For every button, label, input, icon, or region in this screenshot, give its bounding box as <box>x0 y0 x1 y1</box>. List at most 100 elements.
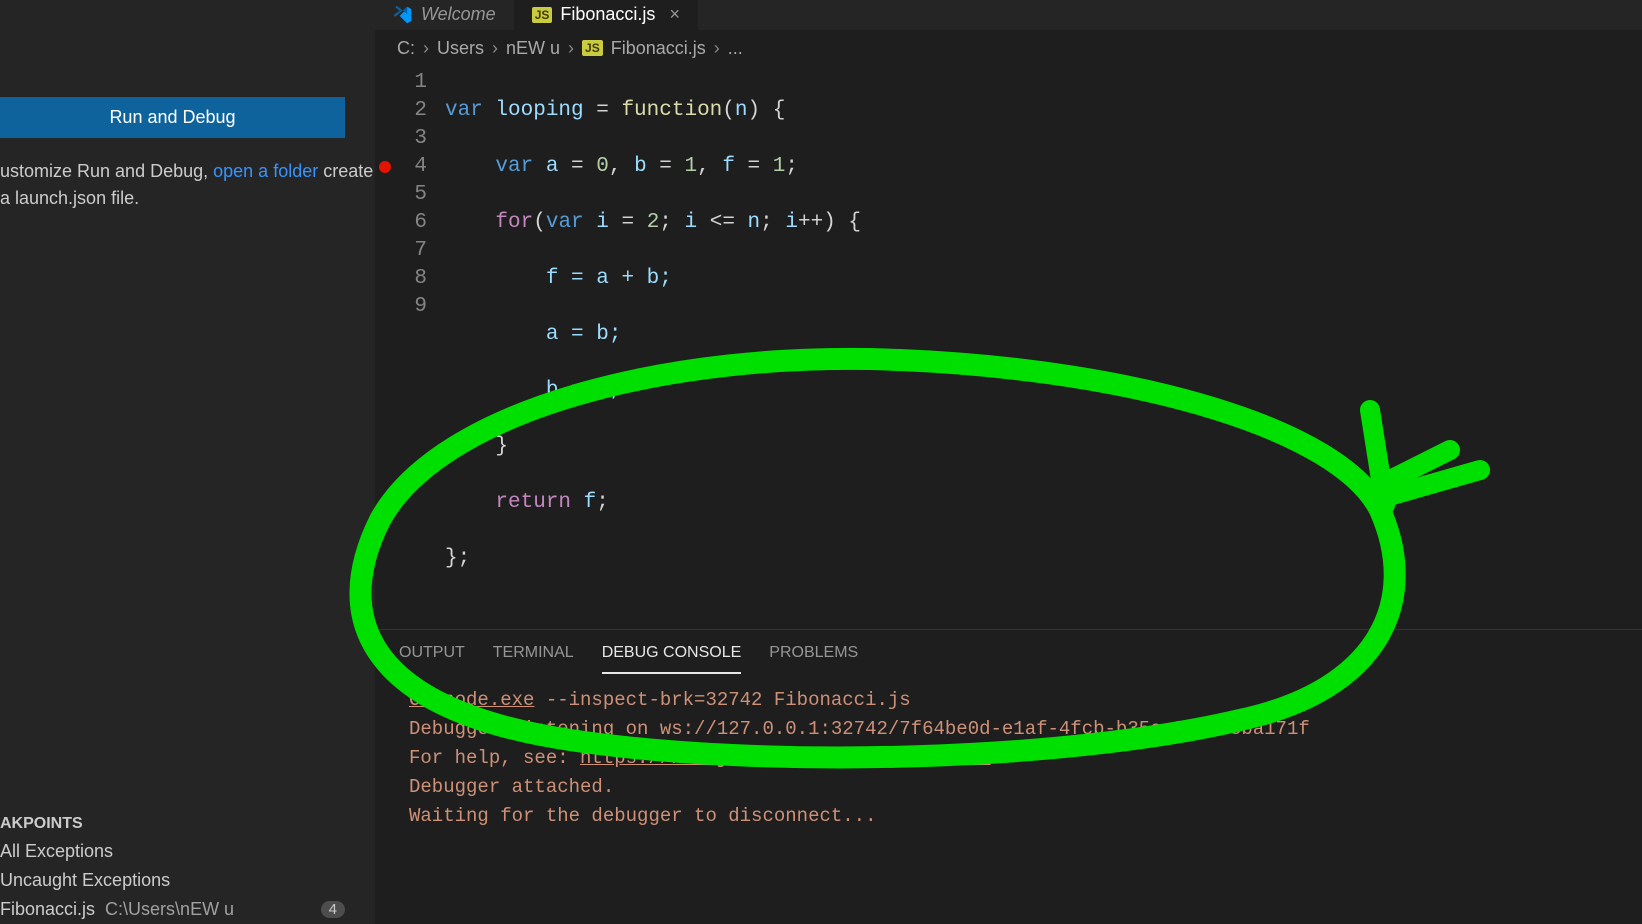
console-line: Debugger listening on ws://127.0.0.1:327… <box>409 715 1608 744</box>
punct: ) { <box>748 99 786 122</box>
op: = <box>735 155 773 178</box>
line-number: 6 <box>395 209 427 237</box>
tab-fibonacci[interactable]: JS Fibonacci.js × <box>514 0 698 30</box>
kw: var <box>546 211 584 234</box>
breakpoints-section: AKPOINTS All Exceptions Uncaught Excepti… <box>0 811 375 924</box>
fn: function <box>621 99 722 122</box>
tab-terminal[interactable]: TERMINAL <box>493 644 574 674</box>
tab-problems[interactable]: PROBLEMS <box>769 644 858 674</box>
line-number: 7 <box>395 237 427 265</box>
breadcrumb[interactable]: C: › Users › nEW u › JS Fibonacci.js › .… <box>375 30 1642 67</box>
stmt: b = f; <box>546 379 622 402</box>
punct: , <box>609 155 634 178</box>
num: 1 <box>685 155 698 178</box>
tab-welcome[interactable]: Welcome <box>375 0 514 30</box>
code-line[interactable]: a = b; <box>445 321 1642 349</box>
punct: ; <box>785 155 798 178</box>
js-icon: JS <box>582 40 603 56</box>
punct: ( <box>722 99 735 122</box>
breadcrumb-file[interactable]: Fibonacci.js <box>611 38 706 59</box>
op: = <box>647 155 685 178</box>
op: = <box>584 99 622 122</box>
var: i <box>584 211 609 234</box>
punct: ; <box>659 211 684 234</box>
console-line: Waiting for the debugger to disconnect..… <box>409 802 1608 831</box>
punct: } <box>495 435 508 458</box>
stmt: f = a + b; <box>546 267 672 290</box>
console-args: --inspect-brk=32742 Fibonacci.js <box>534 689 910 711</box>
code-line[interactable]: for(var i = 2; i <= n; i++) { <box>445 209 1642 237</box>
breadcrumb-user[interactable]: nEW u <box>506 38 560 59</box>
code-line[interactable]: }; <box>445 545 1642 573</box>
bp-file-row[interactable]: Fibonacci.js C:\Users\nEW u 4 <box>0 895 375 924</box>
var: f <box>571 491 596 514</box>
var: f <box>722 155 735 178</box>
kw: for <box>495 211 533 234</box>
vscode-icon <box>393 5 413 25</box>
code-line[interactable]: var looping = function(n) { <box>445 97 1642 125</box>
kw: var <box>445 99 483 122</box>
code-line[interactable]: f = a + b; <box>445 265 1642 293</box>
bp-all-exceptions[interactable]: All Exceptions <box>0 837 375 866</box>
var: looping <box>495 99 583 122</box>
tab-output[interactable]: OUTPUT <box>399 644 465 674</box>
line-number: 3 <box>395 125 427 153</box>
js-icon: JS <box>532 7 553 23</box>
code-line[interactable]: var a = 0, b = 1, f = 1; <box>445 153 1642 181</box>
num: 0 <box>596 155 609 178</box>
chevron-right-icon: › <box>423 38 429 59</box>
op: <= <box>697 211 747 234</box>
num: 1 <box>773 155 786 178</box>
bp-file-name: Fibonacci.js <box>0 899 95 920</box>
sidebar-help-text: ustomize Run and Debug, open a folder cr… <box>0 158 375 212</box>
line-number: 2 <box>395 97 427 125</box>
open-folder-link[interactable]: open a folder <box>213 161 318 181</box>
breadcrumb-ellipsis[interactable]: ... <box>728 38 743 59</box>
code-content[interactable]: var looping = function(n) { var a = 0, b… <box>445 69 1642 629</box>
punct: ( <box>533 211 546 234</box>
breadcrumb-users[interactable]: Users <box>437 38 484 59</box>
main-area: Welcome JS Fibonacci.js × C: › Users › n… <box>375 0 1642 924</box>
help-text-prefix: ustomize Run and Debug, <box>0 161 213 181</box>
breakpoint-gutter[interactable] <box>375 69 395 629</box>
help-url-link[interactable]: https://nodejs.org/en/docs/inspector <box>580 747 990 769</box>
punct: ; <box>596 491 609 514</box>
bp-line-badge: 4 <box>321 901 345 918</box>
chevron-right-icon: › <box>492 38 498 59</box>
code-line[interactable]: } <box>445 433 1642 461</box>
run-and-debug-button[interactable]: Run and Debug <box>0 97 345 138</box>
op: = <box>558 155 596 178</box>
console-line: Debugger attached. <box>409 773 1608 802</box>
bp-uncaught-exceptions[interactable]: Uncaught Exceptions <box>0 866 375 895</box>
punct: }; <box>445 547 470 570</box>
line-numbers: 1 2 3 4 5 6 7 8 9 <box>395 69 445 629</box>
param: n <box>735 99 748 122</box>
debug-sidebar: Run and Debug ustomize Run and Debug, op… <box>0 0 375 924</box>
close-icon[interactable]: × <box>669 4 680 25</box>
line-number: 1 <box>395 69 427 97</box>
line-number: 8 <box>395 265 427 293</box>
code-line[interactable]: b = f; <box>445 377 1642 405</box>
kw: var <box>495 155 533 178</box>
tab-file-label: Fibonacci.js <box>560 4 655 25</box>
var: n <box>748 211 761 234</box>
breadcrumb-c[interactable]: C: <box>397 38 415 59</box>
chevron-right-icon: › <box>714 38 720 59</box>
breakpoint-dot-icon[interactable] <box>379 161 391 173</box>
console-line: C:\node.exe --inspect-brk=32742 Fibonacc… <box>409 686 1608 715</box>
line-number: 5 <box>395 181 427 209</box>
code-editor[interactable]: 1 2 3 4 5 6 7 8 9 var looping = function… <box>375 67 1642 629</box>
sidebar-top: Run and Debug ustomize Run and Debug, op… <box>0 0 375 212</box>
debug-console-output[interactable]: C:\node.exe --inspect-brk=32742 Fibonacc… <box>375 674 1642 843</box>
help-prefix: For help, see: <box>409 747 580 769</box>
node-exe-link[interactable]: C:\node.exe <box>409 689 534 711</box>
op: = <box>609 211 647 234</box>
tab-debug-console[interactable]: DEBUG CONSOLE <box>602 644 742 674</box>
line-number: 4 <box>395 153 427 181</box>
breakpoints-title[interactable]: AKPOINTS <box>0 811 375 837</box>
line-number: 9 <box>395 293 427 321</box>
panel-tabs: OUTPUT TERMINAL DEBUG CONSOLE PROBLEMS <box>375 630 1642 674</box>
kw: return <box>495 491 571 514</box>
console-line: For help, see: https://nodejs.org/en/doc… <box>409 744 1608 773</box>
code-line[interactable]: return f; <box>445 489 1642 517</box>
